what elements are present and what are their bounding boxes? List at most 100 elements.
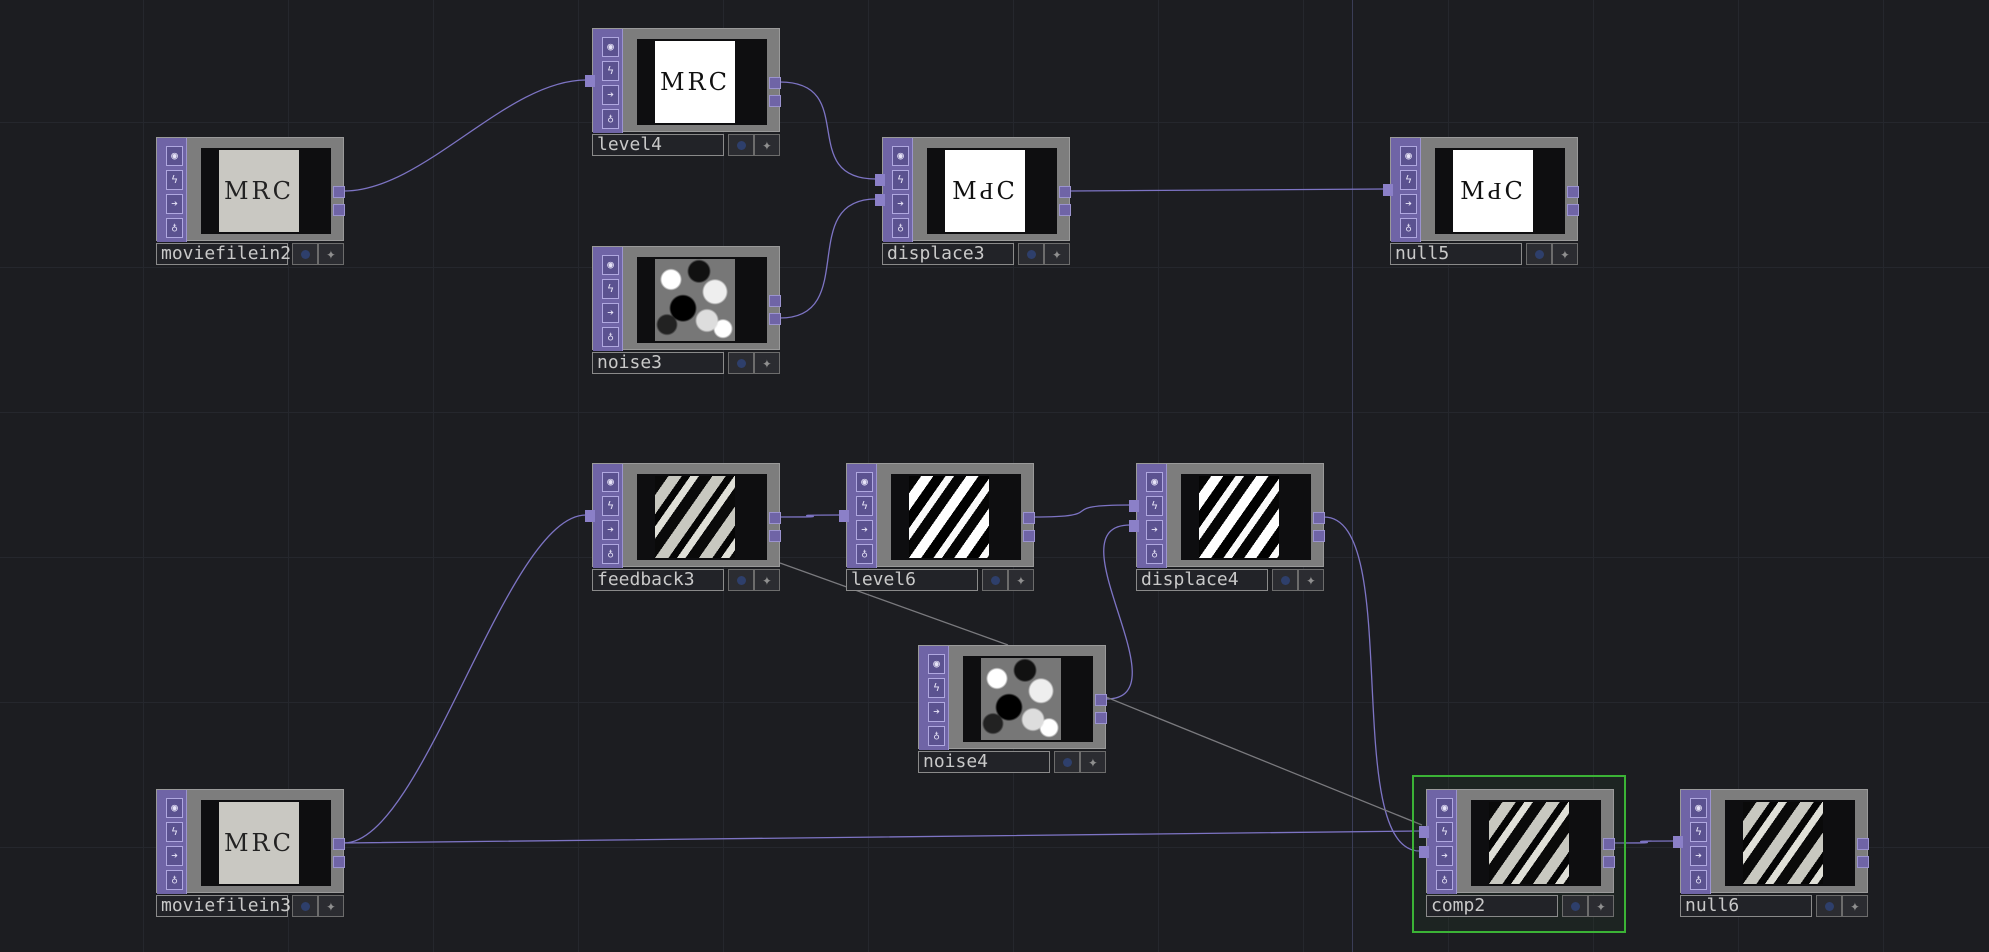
node-comp2[interactable]: ◉ ϟ ➔ ♁ comp2 ✦ — [1412, 775, 1626, 933]
input-port[interactable] — [1129, 500, 1139, 512]
node-body[interactable]: ◉ ϟ ➔ ♁ — [1419, 789, 1615, 894]
wire[interactable] — [1069, 188, 1385, 192]
output-port[interactable] — [769, 512, 781, 524]
input-port[interactable] — [1129, 520, 1139, 532]
display-flag-button[interactable]: ✦ — [318, 895, 344, 917]
network-editor-canvas[interactable]: ◉ ϟ ➔ ♁ MRC moviefilein2 ✦ ◉ ϟ ➔ ♁ MRC level4 ✦ ◉ ϟ ➔ ♁ no… — [0, 0, 1989, 952]
node-body[interactable]: ◉ ϟ ➔ ♁ MԀC — [875, 137, 1071, 242]
node-name-label[interactable]: level6 — [846, 569, 978, 591]
wire[interactable] — [343, 514, 587, 844]
output-port[interactable] — [1023, 512, 1035, 524]
output-port[interactable] — [1603, 856, 1615, 868]
viewer-toggle-button[interactable] — [1816, 895, 1842, 917]
output-port[interactable] — [333, 856, 345, 868]
viewer-toggle-button[interactable] — [1526, 243, 1552, 265]
lock-icon[interactable]: ϟ — [1400, 170, 1417, 190]
wire[interactable] — [343, 79, 587, 192]
output-port[interactable] — [333, 186, 345, 198]
node-name-label[interactable]: level4 — [592, 134, 724, 156]
viewer-icon[interactable]: ◉ — [602, 37, 619, 57]
output-port[interactable] — [1095, 712, 1107, 724]
output-port[interactable] — [333, 838, 345, 850]
output-port[interactable] — [1857, 856, 1869, 868]
node-name-label[interactable]: null5 — [1390, 243, 1522, 265]
output-port[interactable] — [1059, 204, 1071, 216]
wire[interactable] — [343, 830, 1421, 844]
bypass-icon[interactable]: ➔ — [602, 85, 619, 105]
bypass-icon[interactable]: ➔ — [1146, 520, 1163, 540]
bypass-icon[interactable]: ➔ — [1690, 846, 1707, 866]
cook-icon[interactable]: ♁ — [602, 327, 619, 347]
output-port[interactable] — [1059, 186, 1071, 198]
bypass-icon[interactable]: ➔ — [166, 194, 183, 214]
viewer-icon[interactable]: ◉ — [1146, 472, 1163, 492]
node-body[interactable]: ◉ ϟ ➔ ♁ — [592, 246, 781, 351]
output-port[interactable] — [1567, 204, 1579, 216]
output-port[interactable] — [1567, 186, 1579, 198]
cook-icon[interactable]: ♁ — [1690, 870, 1707, 890]
input-port[interactable] — [1383, 184, 1393, 196]
bypass-icon[interactable]: ➔ — [856, 520, 873, 540]
viewer-toggle-button[interactable] — [292, 243, 318, 265]
node-moviefilein3[interactable]: ◉ ϟ ➔ ♁ MRC moviefilein3 ✦ — [156, 789, 345, 917]
viewer-icon[interactable]: ◉ — [928, 654, 945, 674]
cook-icon[interactable]: ♁ — [856, 544, 873, 564]
display-flag-button[interactable]: ✦ — [1008, 569, 1034, 591]
lock-icon[interactable]: ϟ — [602, 496, 619, 516]
output-port[interactable] — [1603, 838, 1615, 850]
display-flag-button[interactable]: ✦ — [754, 134, 780, 156]
viewer-icon[interactable]: ◉ — [602, 472, 619, 492]
wire[interactable] — [779, 198, 877, 319]
viewer-toggle-button[interactable] — [728, 352, 754, 374]
display-flag-button[interactable]: ✦ — [1842, 895, 1868, 917]
lock-icon[interactable]: ϟ — [856, 496, 873, 516]
node-name-label[interactable]: noise4 — [918, 751, 1050, 773]
node-name-label[interactable]: displace3 — [882, 243, 1014, 265]
node-name-label[interactable]: comp2 — [1426, 895, 1558, 917]
node-displace4[interactable]: ◉ ϟ ➔ ♁ displace4 ✦ — [1129, 463, 1325, 591]
input-port[interactable] — [585, 75, 595, 87]
node-body[interactable]: ◉ ϟ ➔ ♁ — [1673, 789, 1869, 894]
node-name-label[interactable]: feedback3 — [592, 569, 724, 591]
node-moviefilein2[interactable]: ◉ ϟ ➔ ♁ MRC moviefilein2 ✦ — [156, 137, 345, 265]
viewer-icon[interactable]: ◉ — [166, 798, 183, 818]
wire[interactable] — [1105, 696, 1423, 826]
wire[interactable] — [1033, 504, 1131, 518]
output-port[interactable] — [769, 313, 781, 325]
bypass-icon[interactable]: ➔ — [602, 520, 619, 540]
cook-icon[interactable]: ♁ — [166, 870, 183, 890]
node-noise4[interactable]: ◉ ϟ ➔ ♁ noise4 ✦ — [918, 645, 1107, 773]
node-body[interactable]: ◉ ϟ ➔ ♁ MԀC — [1383, 137, 1579, 242]
viewer-icon[interactable]: ◉ — [1436, 798, 1453, 818]
output-port[interactable] — [1095, 694, 1107, 706]
cook-icon[interactable]: ♁ — [166, 218, 183, 238]
output-port[interactable] — [769, 530, 781, 542]
cook-icon[interactable]: ♁ — [1400, 218, 1417, 238]
viewer-icon[interactable]: ◉ — [856, 472, 873, 492]
viewer-icon[interactable]: ◉ — [892, 146, 909, 166]
lock-icon[interactable]: ϟ — [1690, 822, 1707, 842]
bypass-icon[interactable]: ➔ — [602, 303, 619, 323]
viewer-toggle-button[interactable] — [1272, 569, 1298, 591]
wire[interactable] — [779, 514, 841, 518]
node-name-label[interactable]: moviefilein3 — [156, 895, 291, 917]
lock-icon[interactable]: ϟ — [166, 170, 183, 190]
bypass-icon[interactable]: ➔ — [928, 702, 945, 722]
output-port[interactable] — [769, 95, 781, 107]
bypass-icon[interactable]: ➔ — [1400, 194, 1417, 214]
lock-icon[interactable]: ϟ — [602, 61, 619, 81]
input-port[interactable] — [875, 194, 885, 206]
lock-icon[interactable]: ϟ — [1146, 496, 1163, 516]
display-flag-button[interactable]: ✦ — [1080, 751, 1106, 773]
output-port[interactable] — [1313, 512, 1325, 524]
display-flag-button[interactable]: ✦ — [1298, 569, 1324, 591]
node-name-label[interactable]: noise3 — [592, 352, 724, 374]
node-null6[interactable]: ◉ ϟ ➔ ♁ null6 ✦ — [1673, 789, 1869, 917]
bypass-icon[interactable]: ➔ — [166, 846, 183, 866]
node-level6[interactable]: ◉ ϟ ➔ ♁ level6 ✦ — [839, 463, 1035, 591]
viewer-toggle-button[interactable] — [982, 569, 1008, 591]
node-displace3[interactable]: ◉ ϟ ➔ ♁ MԀC displace3 ✦ — [875, 137, 1071, 265]
node-body[interactable]: ◉ ϟ ➔ ♁ — [1129, 463, 1325, 568]
viewer-icon[interactable]: ◉ — [1400, 146, 1417, 166]
bypass-icon[interactable]: ➔ — [892, 194, 909, 214]
